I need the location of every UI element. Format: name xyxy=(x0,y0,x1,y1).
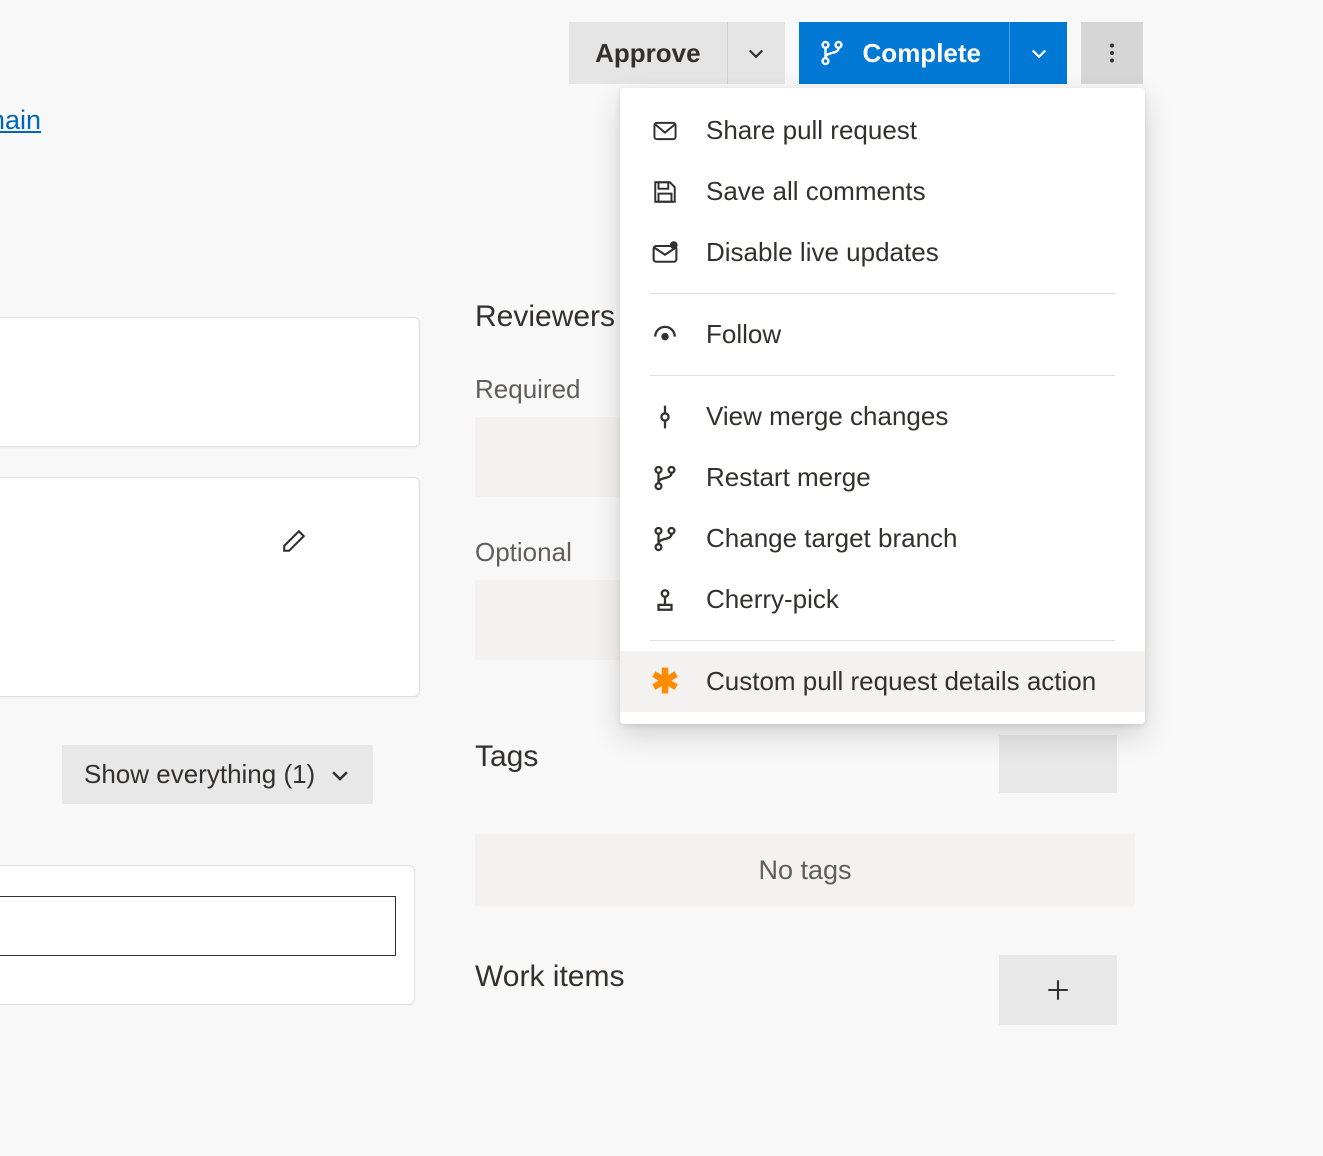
branch-icon xyxy=(650,524,680,554)
add-work-item-button[interactable] xyxy=(999,955,1117,1025)
menu-disable-live[interactable]: Disable live updates xyxy=(620,222,1145,283)
branch-target-line: o main xyxy=(0,105,420,136)
left-panel: o main ab xyxy=(0,105,420,737)
content-card xyxy=(0,477,420,697)
tags-section: Tags No tags xyxy=(475,740,1135,906)
menu-label: Restart merge xyxy=(706,462,871,493)
commit-icon xyxy=(650,402,680,432)
mail-icon xyxy=(650,116,680,146)
chevron-down-icon xyxy=(746,43,766,63)
work-items-section: Work items xyxy=(475,960,1135,1034)
plus-icon xyxy=(1045,977,1071,1003)
live-off-icon xyxy=(650,238,680,268)
cherry-pick-icon xyxy=(650,585,680,615)
save-icon xyxy=(650,177,680,207)
filter-label: Show everything (1) xyxy=(84,759,315,790)
menu-follow[interactable]: Follow xyxy=(620,304,1145,365)
menu-share-pr[interactable]: Share pull request xyxy=(620,100,1145,161)
asterisk-icon: ✱ xyxy=(650,667,680,697)
menu-label: View merge changes xyxy=(706,401,948,432)
complete-label: Complete xyxy=(863,38,981,69)
comment-card xyxy=(0,865,415,1005)
menu-label: Cherry-pick xyxy=(706,584,839,615)
approve-dropdown-button[interactable] xyxy=(727,22,785,84)
branch-icon xyxy=(819,40,845,66)
more-actions-button[interactable] xyxy=(1081,22,1143,84)
approve-label: Approve xyxy=(595,38,700,69)
show-everything-filter[interactable]: Show everything (1) xyxy=(62,745,373,804)
approve-button-group: Approve xyxy=(569,22,784,84)
complete-button[interactable]: Complete xyxy=(799,22,1009,84)
more-vertical-icon xyxy=(1100,41,1124,65)
chevron-down-icon xyxy=(1029,43,1049,63)
edit-icon[interactable] xyxy=(281,528,307,559)
no-tags-message: No tags xyxy=(475,834,1135,906)
tag-add-placeholder[interactable] xyxy=(999,735,1117,793)
menu-label: Change target branch xyxy=(706,523,958,554)
menu-label: Save all comments xyxy=(706,176,926,207)
description-card xyxy=(0,317,420,447)
branch-icon xyxy=(650,463,680,493)
menu-cherry-pick[interactable]: Cherry-pick xyxy=(620,569,1145,630)
menu-label: Disable live updates xyxy=(706,237,939,268)
menu-label: Share pull request xyxy=(706,115,917,146)
menu-label: Custom pull request details action xyxy=(706,666,1096,697)
complete-button-group: Complete xyxy=(799,22,1067,84)
menu-custom-action[interactable]: ✱ Custom pull request details action xyxy=(620,651,1145,712)
follow-icon xyxy=(650,320,680,350)
tab-label-fragment: ab xyxy=(0,206,420,237)
complete-dropdown-button[interactable] xyxy=(1009,22,1067,84)
chevron-down-icon xyxy=(329,764,351,786)
menu-divider xyxy=(650,640,1115,641)
menu-change-target[interactable]: Change target branch xyxy=(620,508,1145,569)
more-actions-menu: Share pull request Save all comments Dis… xyxy=(620,88,1145,724)
menu-label: Follow xyxy=(706,319,781,350)
comment-input[interactable] xyxy=(0,896,396,956)
pr-action-bar: Approve Complete xyxy=(569,22,1143,84)
menu-view-merge[interactable]: View merge changes xyxy=(620,386,1145,447)
menu-divider xyxy=(650,293,1115,294)
menu-restart-merge[interactable]: Restart merge xyxy=(620,447,1145,508)
menu-save-comments[interactable]: Save all comments xyxy=(620,161,1145,222)
branch-link[interactable]: main xyxy=(0,105,41,135)
approve-button[interactable]: Approve xyxy=(569,22,726,84)
menu-divider xyxy=(650,375,1115,376)
